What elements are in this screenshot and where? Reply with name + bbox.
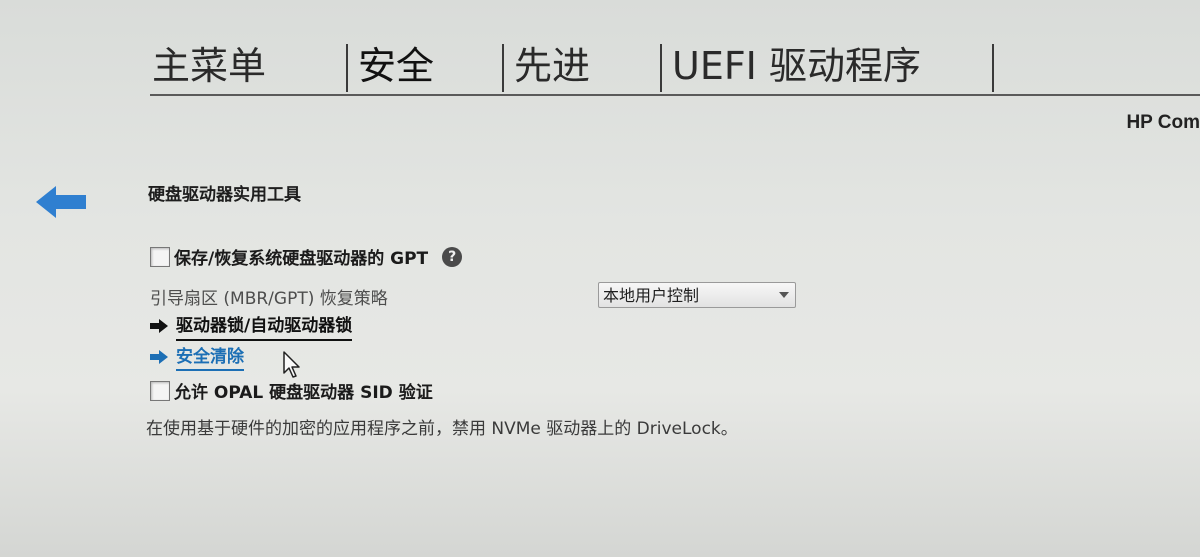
gpt-option-label: 保存/恢复系统硬盘驱动器的 GPT (174, 249, 429, 269)
policy-label-row: 引导扇区 (MBR/GPT) 恢复策略 (150, 284, 388, 309)
tab-uefi-drivers[interactable]: UEFI 驱动程序 (672, 38, 921, 94)
policy-select-value: 本地用户控制 (603, 286, 700, 305)
opal-checkbox[interactable] (150, 380, 170, 401)
tab-separator (992, 44, 994, 92)
gpt-option-row: 保存/恢复系统硬盘驱动器的 GPT ? (150, 244, 463, 269)
tab-advanced[interactable]: 先进 (514, 38, 590, 94)
drive-lock-row: 驱动器锁/自动驱动器锁 (150, 311, 353, 341)
tab-underline (150, 94, 1200, 96)
drivelock-note: 在使用基于硬件的加密的应用程序之前，禁用 NVMe 驱动器上的 DriveLoc… (146, 419, 738, 439)
back-arrow-icon[interactable] (36, 186, 88, 218)
tab-main-menu[interactable]: 主菜单 (152, 38, 266, 94)
chevron-down-icon (779, 292, 789, 298)
arrow-right-icon (150, 319, 168, 333)
secure-erase-link[interactable]: 安全清除 (176, 342, 244, 371)
opal-option-label: 允许 OPAL 硬盘驱动器 SID 验证 (174, 383, 433, 403)
drive-lock-link[interactable]: 驱动器锁/自动驱动器锁 (176, 311, 353, 341)
opal-option-row: 允许 OPAL 硬盘驱动器 SID 验证 (150, 378, 433, 403)
policy-label: 引导扇区 (MBR/GPT) 恢复策略 (150, 289, 388, 309)
mouse-cursor-icon (283, 351, 300, 378)
policy-select[interactable]: 本地用户控制 (598, 282, 796, 308)
tab-separator (346, 44, 348, 92)
secure-erase-row: 安全清除 (150, 342, 244, 371)
section-title: 硬盘驱动器实用工具 (148, 185, 301, 205)
tab-separator (502, 44, 504, 92)
tab-separator (660, 44, 662, 92)
help-icon[interactable]: ? (442, 246, 463, 267)
top-tab-bar: 主菜单 安全 先进 UEFI 驱动程序 (150, 38, 1200, 94)
arrow-right-icon (150, 349, 168, 364)
tab-security[interactable]: 安全 (358, 38, 434, 94)
gpt-checkbox[interactable] (150, 246, 170, 267)
brand-label: HP Com (1126, 112, 1200, 133)
